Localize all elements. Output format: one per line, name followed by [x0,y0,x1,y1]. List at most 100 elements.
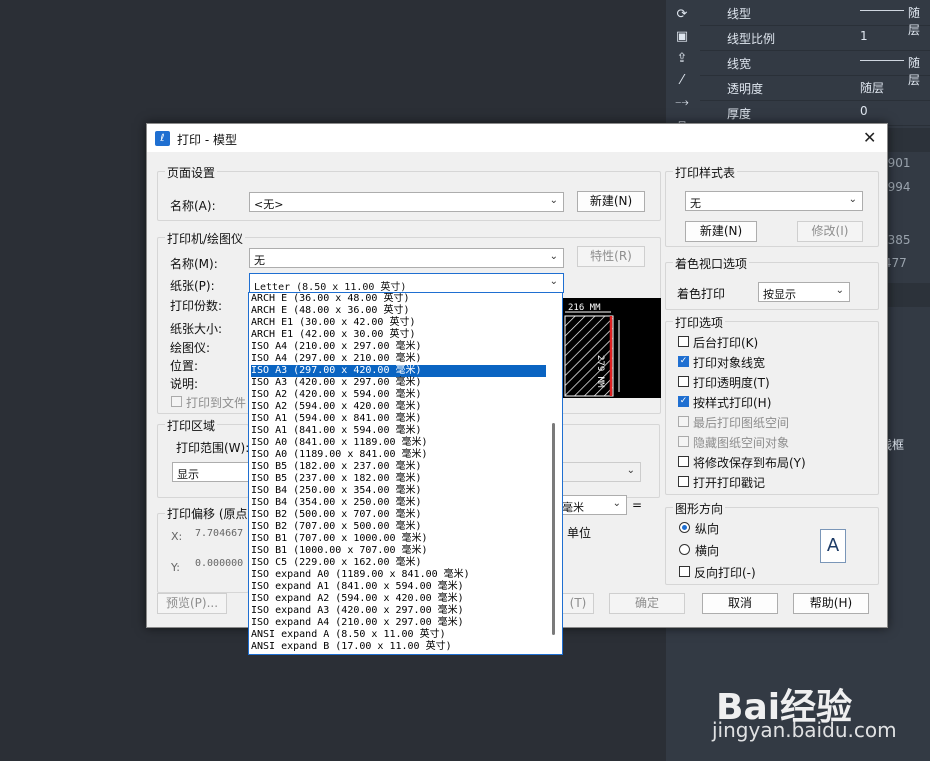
paper-option[interactable]: ISO B4 (250.00 x 354.00 毫米) [251,485,546,497]
landscape-radio[interactable] [679,544,690,555]
paper-option[interactable]: ISO A1 (841.00 x 594.00 毫米) [251,425,546,437]
print-area-group [157,424,249,498]
help-button[interactable]: 帮助(H) [793,593,869,614]
scale-unit-select[interactable]: 毫米 ⌄ [557,495,627,515]
scale-group [547,424,660,498]
offset-x-value[interactable]: 7.704667 [195,528,243,539]
plot-transparency-checkbox[interactable] [678,376,689,387]
orientation-preview-icon: A [820,529,846,563]
page-setup-name-select[interactable]: <无> ⌄ [249,192,564,212]
plot-with-styles-checkbox[interactable]: ✓ [678,396,689,407]
page-setup-new-button[interactable]: 新建(N) [577,191,645,212]
printer-properties-button[interactable]: 特性(R) [577,246,645,267]
paper-option[interactable]: ISO A4 (210.00 x 297.00 毫米) [251,341,546,353]
plot-stamp-label: 打开打印戳记 [693,476,766,490]
hide-paperspace-objects-checkbox[interactable] [678,436,689,447]
landscape-label: 横向 [695,544,720,558]
prop-lineweight[interactable]: 线宽 随层 [700,50,930,87]
plot-offset-title: 打印偏移 (原点 [165,505,250,522]
page-setup-name-label: 名称(A): [170,199,216,213]
paper-option[interactable]: ISO expand A0 (1189.00 x 841.00 毫米) [251,569,546,581]
preview-width-label: 216 MM [568,303,601,313]
save-to-layout-checkbox[interactable] [678,456,689,467]
preview-button[interactable]: 预览(P)... [157,593,227,614]
shade-plot-select[interactable]: 按显示 ⌄ [758,282,850,302]
cancel-button[interactable]: 取消 [702,593,778,614]
print-to-file-label: 打印到文件 [186,396,247,410]
paper-option[interactable]: ISO A3 (420.00 x 297.00 毫米) [251,377,546,389]
offset-y-value[interactable]: 0.000000 [195,558,243,569]
ok-button[interactable]: 确定 [609,593,685,614]
dash-line-icon[interactable]: ⤍ [672,94,692,112]
orientation-title: 图形方向 [673,500,726,517]
paper-option[interactable]: ISO A0 (841.00 x 1189.00 毫米) [251,437,546,449]
plot-with-styles-label: 按样式打印(H) [693,396,772,410]
printer-name-select[interactable]: 无 ⌄ [249,248,564,268]
offset-x-label: X: [171,530,183,543]
plot-transparency-label: 打印透明度(T) [693,376,770,390]
paper-option[interactable]: ISO B4 (354.00 x 250.00 毫米) [251,497,546,509]
scale-unit-label: 单位 [567,526,592,540]
reverse-plot-label: 反向打印(-) [694,566,756,580]
paper-option[interactable]: ARCH E (48.00 x 36.00 英寸) [251,305,546,317]
paper-option[interactable]: ISO A2 (420.00 x 594.00 毫米) [251,389,546,401]
paper-dropdown-list[interactable]: ARCH E (36.00 x 48.00 英寸) ARCH E (48.00 x… [248,292,563,655]
plot-paperspace-last-checkbox[interactable] [678,416,689,427]
paper-option[interactable]: ISO expand A2 (594.00 x 420.00 毫米) [251,593,546,605]
description-label: 说明: [170,377,199,391]
paper-option[interactable]: ISO B2 (707.00 x 500.00 毫米) [251,521,546,533]
paper-option[interactable]: ISO A1 (594.00 x 841.00 毫米) [251,413,546,425]
shade-plot-label: 着色打印 [677,287,726,301]
paper-option[interactable]: ISO expand A3 (420.00 x 297.00 毫米) [251,605,546,617]
paper-option[interactable]: ANSI expand A (8.50 x 11.00 英寸) [251,629,546,641]
background-plot-checkbox[interactable] [678,336,689,347]
chevron-down-icon: ⌄ [549,251,558,262]
paper-option[interactable]: ARCH E (36.00 x 48.00 英寸) [251,293,546,305]
plotter-label: 绘图仪: [170,341,211,355]
close-icon[interactable]: ✕ [863,128,876,147]
paper-option[interactable]: ISO B5 (182.00 x 237.00 毫米) [251,461,546,473]
paper-option[interactable]: ISO A4 (297.00 x 210.00 毫米) [251,353,546,365]
paper-option[interactable]: ISO B1 (1000.00 x 707.00 毫米) [251,545,546,557]
upload-icon[interactable]: ⇪ [672,50,692,68]
hide-paperspace-objects-label: 隐藏图纸空间对象 [693,436,790,450]
shaded-viewport-title: 着色视口选项 [673,255,750,272]
scrollbar-thumb[interactable] [552,423,555,635]
portrait-radio[interactable] [679,522,690,533]
plot-style-select[interactable]: 无 ⌄ [685,191,863,211]
paper-option[interactable]: ISO C5 (229.00 x 162.00 毫米) [251,557,546,569]
plot-style-new-button[interactable]: 新建(N) [685,221,757,242]
paper-option[interactable]: ISO B2 (500.00 x 707.00 毫米) [251,509,546,521]
paper-option[interactable]: ISO expand A1 (841.00 x 594.00 毫米) [251,581,546,593]
paper-option[interactable]: ANSI expand B (17.00 x 11.00 英寸) [251,641,546,653]
prop-linetype-scale[interactable]: 线型比例 1 [700,25,930,51]
background-plot-label: 后台打印(K) [693,336,759,350]
paper-option[interactable]: ISO expand A4 (210.00 x 297.00 毫米) [251,617,546,629]
paper-option[interactable]: ISO B1 (707.00 x 1000.00 毫米) [251,533,546,545]
paper-label: 纸张(P): [170,279,215,293]
chevron-down-icon: ⌄ [835,285,844,296]
prop-linetype[interactable]: 线型 随层 [700,0,930,37]
plot-lineweights-checkbox[interactable]: ✓ [678,356,689,367]
paper-option[interactable]: ISO B5 (237.00 x 182.00 毫米) [251,473,546,485]
chevron-down-icon: ⌄ [549,195,558,206]
apply-to-layout-button[interactable]: (T) [562,593,594,614]
paper-option[interactable]: ISO A2 (594.00 x 420.00 毫米) [251,401,546,413]
plot-style-edit-button[interactable]: 修改(I) [797,221,863,242]
refresh-icon[interactable]: ⟳ [672,6,692,24]
line-icon[interactable]: ⁄ [672,72,692,90]
reverse-plot-checkbox[interactable] [679,566,690,577]
offset-y-label: Y: [171,561,180,574]
paper-option[interactable]: ARCH E1 (30.00 x 42.00 英寸) [251,317,546,329]
select-icon[interactable]: ▣ [672,28,692,46]
print-to-file-checkbox[interactable] [171,396,182,407]
prop-transparency[interactable]: 透明度 随层 [700,75,930,101]
chevron-down-icon: ⌄ [612,498,621,509]
plot-offset-group [157,513,249,593]
paper-option[interactable]: ARCH E1 (42.00 x 30.00 英寸) [251,329,546,341]
paper-option[interactable]: ISO A3 (297.00 x 420.00 毫米) [251,365,546,377]
plot-stamp-checkbox[interactable] [678,476,689,487]
paper-select[interactable]: Letter (8.50 x 11.00 英寸) ⌄ [249,273,564,293]
paper-option[interactable]: ISO A0 (1189.00 x 841.00 毫米) [251,449,546,461]
copies-label: 打印份数: [170,299,223,313]
